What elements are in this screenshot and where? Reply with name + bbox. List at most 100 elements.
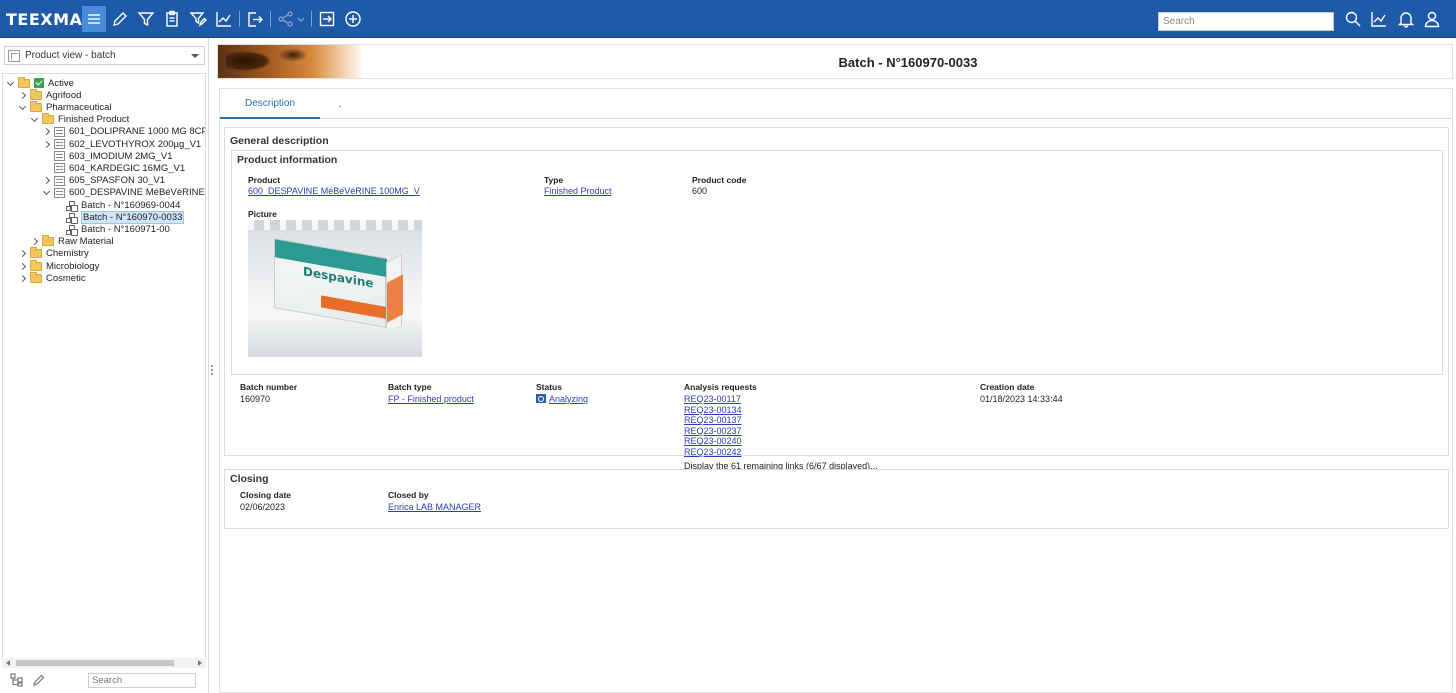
tree-item-label: 602_LEVOTHYROX 200µg_V1 (69, 138, 202, 150)
analysis-request-link[interactable]: REQ23-00242 (684, 447, 742, 457)
tree-item-root[interactable]: Active (6, 76, 74, 89)
export-icon[interactable] (245, 9, 265, 29)
scroll-right-icon[interactable] (198, 660, 202, 666)
product-code-label: Product code (692, 175, 747, 185)
analysis-request-link[interactable]: REQ23-00137 (684, 415, 742, 425)
chevron-right-icon[interactable] (18, 262, 27, 271)
tree-item-product[interactable]: 600_DESPAVINE MéBéVéRINE 100 (42, 187, 205, 199)
tab-bar: Description . (220, 89, 1452, 119)
app-logo[interactable]: TEEXMA® (6, 10, 91, 29)
chevron-down-icon[interactable] (296, 9, 306, 29)
tree-item-product[interactable]: 604_KARDEGIC 16MG_V1 (42, 162, 185, 174)
tree-item-label: Pharmaceutical (46, 101, 112, 113)
chevron-right-icon[interactable] (42, 176, 51, 185)
chevron-right-icon[interactable] (18, 249, 27, 258)
panel-splitter[interactable] (211, 365, 213, 375)
tree-item-folder[interactable]: Cosmetic (18, 271, 86, 284)
status-label: Status (536, 382, 562, 392)
tree-item-label: Raw Material (58, 236, 114, 248)
bell-icon[interactable] (1396, 9, 1416, 29)
tree-item-batch[interactable]: Batch - N°160971-00 (54, 223, 170, 235)
page-header: Batch - N°160970-0033 (217, 44, 1453, 79)
chevron-down-icon[interactable] (42, 188, 51, 197)
clipboard-icon[interactable] (162, 9, 182, 29)
product-code-value: 600 (692, 186, 708, 196)
filter-icon[interactable] (136, 9, 156, 29)
tree-search-input[interactable] (88, 673, 196, 688)
folder-icon (42, 113, 54, 125)
chevron-down-icon[interactable] (30, 115, 39, 124)
horizontal-scrollbar[interactable] (2, 658, 206, 668)
hierarchy-icon (66, 224, 77, 235)
tree-item-label: 601_DOLIPRANE 1000 MG 8CP_V1 (69, 126, 205, 138)
folder-icon (30, 247, 42, 259)
tree-item-batch[interactable]: Batch - N°160970-0033 (54, 210, 185, 224)
menu-icon[interactable] (82, 6, 106, 32)
share-icon[interactable] (276, 9, 296, 29)
scrollbar-thumb[interactable] (16, 660, 174, 666)
type-label: Type (544, 175, 564, 185)
pencil-icon[interactable] (32, 673, 46, 687)
tree-item-product[interactable]: 605_SPASFON 30_V1 (42, 175, 165, 187)
view-selector[interactable]: Product view - batch (4, 46, 205, 65)
batch-type-link[interactable]: FP - Finished product (388, 394, 474, 404)
analysis-request-link[interactable]: REQ23-00134 (684, 405, 742, 415)
tree-item-folder[interactable]: Raw Material (30, 235, 114, 248)
chevron-down-icon[interactable] (191, 54, 199, 58)
general-description-section: General description Product information … (224, 127, 1449, 471)
tree-item-product[interactable]: 602_LEVOTHYROX 200µg_V1 (42, 138, 201, 150)
analysis-request-link[interactable]: REQ23-00240 (684, 436, 742, 446)
import-icon[interactable] (317, 9, 337, 29)
search-icon[interactable] (1343, 9, 1363, 29)
type-link[interactable]: Finished Product (544, 186, 612, 196)
tree-item-label: Finished Product (58, 114, 130, 126)
status-link[interactable]: Analyzing (536, 394, 588, 404)
user-icon[interactable] (1422, 9, 1442, 29)
analysis-request-link[interactable]: REQ23-00237 (684, 426, 742, 436)
folder-icon (30, 100, 42, 112)
chevron-right-icon[interactable] (42, 140, 51, 149)
tree-item-label: 605_SPASFON 30_V1 (69, 175, 165, 187)
tree-item-folder[interactable]: Pharmaceutical (18, 100, 112, 113)
chevron-down-icon[interactable] (6, 79, 15, 88)
chevron-right-icon[interactable] (18, 91, 27, 100)
chevron-right-icon[interactable] (18, 274, 27, 283)
product-picture[interactable]: Despavine (248, 220, 422, 357)
chevron-right-icon[interactable] (30, 237, 39, 246)
checkmark-icon (34, 78, 44, 88)
chart-icon[interactable] (214, 9, 234, 29)
chart-icon[interactable] (1369, 9, 1389, 29)
object-icon (54, 163, 65, 174)
tab-description[interactable]: Description (220, 89, 320, 119)
tree-item-folder[interactable]: Microbiology (18, 259, 99, 272)
tree-item-batch[interactable]: Batch - N°160969-0044 (54, 199, 180, 211)
tree-item-label: Batch - N°160970-0033 (81, 210, 185, 224)
chevron-down-icon[interactable] (18, 103, 27, 112)
tree-structure-icon[interactable] (10, 673, 24, 687)
filter-edit-icon[interactable] (188, 9, 208, 29)
product-link[interactable]: 600_DESPAVINE MéBéVéRINE 100MG_V (248, 186, 420, 196)
tree-item-product[interactable]: 603_IMODIUM 2MG_V1 (42, 150, 172, 162)
add-circle-icon[interactable] (343, 9, 363, 29)
tree-item-product[interactable]: 601_DOLIPRANE 1000 MG 8CP_V1 (42, 126, 205, 138)
toolbar-divider (270, 11, 271, 27)
section-title: Closing (230, 473, 269, 485)
pencil-icon[interactable] (110, 9, 130, 29)
closing-date-value: 02/06/2023 (240, 502, 286, 512)
object-icon (54, 151, 65, 162)
scroll-left-icon[interactable] (6, 660, 10, 666)
chevron-right-icon[interactable] (42, 127, 51, 136)
view-icon (8, 49, 20, 62)
global-search-input[interactable] (1158, 12, 1334, 31)
tree-item-folder[interactable]: Finished Product (30, 113, 130, 126)
tree-item-label: 600_DESPAVINE MéBéVéRINE 100 (69, 187, 205, 199)
closed-by-link[interactable]: Enrica LAB MANAGER (388, 502, 481, 512)
tree-item-folder[interactable]: Chemistry (18, 247, 89, 260)
toolbar-divider (311, 11, 312, 27)
analysis-request-link[interactable]: REQ23-00117 (684, 394, 741, 404)
batch-type-label: Batch type (388, 382, 432, 392)
tree-item-folder[interactable]: Agrifood (18, 88, 81, 101)
tab-secondary[interactable]: . (330, 89, 350, 119)
